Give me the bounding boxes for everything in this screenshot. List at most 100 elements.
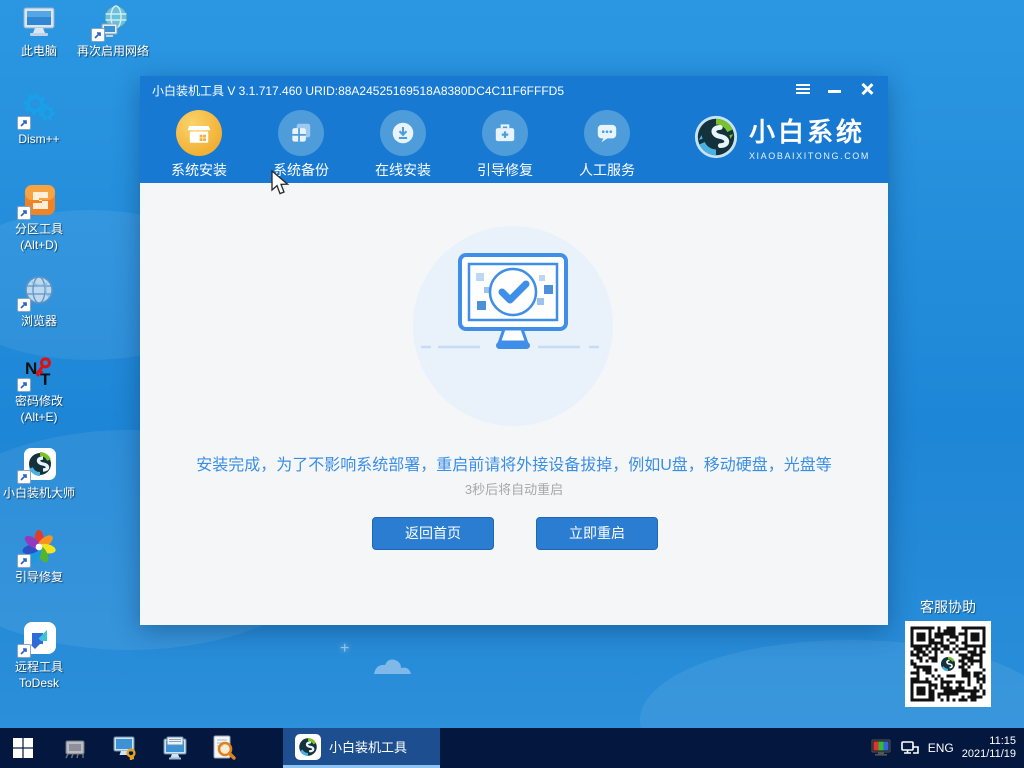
desktop-icon-this-pc[interactable]: 此电脑 bbox=[0, 4, 78, 58]
windows-logo-icon bbox=[13, 738, 33, 758]
desktop-icon-label: 再次启用网络 bbox=[76, 44, 149, 58]
taskbar-app-password-tool[interactable] bbox=[110, 733, 140, 763]
restart-countdown: 3秒后将自动重启 bbox=[464, 482, 564, 497]
desktop-icon-label2: (Alt+D) bbox=[20, 238, 58, 252]
monitor-keyboard-icon bbox=[163, 736, 187, 760]
shortcut-arrow-icon bbox=[17, 298, 31, 312]
desktop-icon-password-reset[interactable]: N T 密码修改 (Alt+E) bbox=[0, 354, 78, 424]
minimize-icon bbox=[828, 90, 841, 93]
nav-label: 在线安装 bbox=[375, 162, 431, 178]
nav-online-install[interactable]: 在线安装 bbox=[352, 100, 454, 180]
start-button[interactable] bbox=[8, 733, 38, 763]
nav-label: 人工服务 bbox=[579, 162, 635, 178]
todesk-icon bbox=[17, 620, 59, 658]
desktop-icon-label: 远程工具 bbox=[14, 660, 63, 674]
magnifier-document-icon bbox=[213, 735, 236, 760]
svg-text:N: N bbox=[25, 359, 37, 378]
xiaobai-tool-window: 小白装机工具 V 3.1.717.460 URID:88A24525169518… bbox=[140, 76, 888, 625]
success-monitor-illustration bbox=[413, 226, 613, 426]
shortcut-arrow-icon bbox=[17, 116, 31, 130]
shortcut-arrow-icon bbox=[91, 28, 105, 42]
taskbar-active-app[interactable]: 小白装机工具 bbox=[283, 728, 440, 768]
desktop-icon-todesk[interactable]: 远程工具 ToDesk bbox=[0, 620, 78, 690]
system-install-icon bbox=[176, 110, 222, 156]
desktop-icon-boot-repair[interactable]: 引导修复 bbox=[0, 530, 78, 584]
taskbar-app-label: 小白装机工具 bbox=[329, 740, 408, 755]
nav-boot-repair[interactable]: 引导修复 bbox=[454, 100, 556, 180]
network-icon bbox=[91, 4, 133, 42]
monitor-key-icon bbox=[113, 736, 136, 760]
system-backup-icon bbox=[278, 110, 324, 156]
qr-code bbox=[905, 621, 991, 707]
partition-tool-icon bbox=[17, 182, 59, 220]
chat-bubble-icon bbox=[584, 110, 630, 156]
shortcut-arrow-icon bbox=[17, 644, 31, 658]
desktop-icon-label: 密码修改 bbox=[14, 394, 63, 408]
close-icon bbox=[860, 82, 874, 96]
desktop-icon-label: 此电脑 bbox=[20, 44, 57, 58]
nav-system-backup[interactable]: 系统备份 bbox=[250, 100, 352, 180]
close-button[interactable] bbox=[856, 80, 878, 98]
system-tray: ENG 11:15 2021/11/19 bbox=[870, 728, 1016, 768]
pinwheel-icon bbox=[17, 530, 59, 568]
window-header: 小白装机工具 V 3.1.717.460 URID:88A24525169518… bbox=[140, 76, 888, 183]
online-install-icon bbox=[380, 110, 426, 156]
shortcut-arrow-icon bbox=[17, 378, 31, 392]
hamburger-icon bbox=[796, 84, 810, 94]
taskbar: 小白装机工具 ENG 11:15 2021/11/19 bbox=[0, 728, 1024, 768]
nav-system-install[interactable]: 系统安装 bbox=[148, 100, 250, 180]
desktop-icon-label2: ToDesk bbox=[18, 676, 59, 690]
taskbar-app-cpuz[interactable] bbox=[60, 733, 90, 763]
nav-label: 引导修复 bbox=[477, 162, 533, 178]
shortcut-arrow-icon bbox=[17, 554, 31, 568]
desktop-icon-browser[interactable]: 浏览器 bbox=[0, 274, 78, 328]
desktop-icon-dism[interactable]: Dism++ bbox=[0, 92, 78, 146]
xiaobai-logo-icon bbox=[17, 446, 59, 484]
window-title: 小白装机工具 V 3.1.717.460 URID:88A24525169518… bbox=[152, 84, 564, 98]
desktop-icon-label: 分区工具 bbox=[14, 222, 63, 236]
cloud-decoration bbox=[374, 659, 411, 674]
gears-icon bbox=[17, 92, 59, 130]
window-controls bbox=[792, 80, 878, 98]
desktop-icon-partition-tool[interactable]: 分区工具 (Alt+D) bbox=[0, 182, 78, 252]
support-title: 客服协助 bbox=[920, 599, 976, 615]
nav-human-service[interactable]: 人工服务 bbox=[556, 100, 658, 180]
desktop-icon-label: Dism++ bbox=[18, 132, 60, 146]
xiaobai-swirl-icon bbox=[694, 115, 738, 158]
clock[interactable]: 11:15 2021/11/19 bbox=[962, 735, 1016, 761]
nav-label: 系统备份 bbox=[273, 162, 329, 178]
shortcut-arrow-icon bbox=[17, 470, 31, 484]
return-home-button[interactable]: 返回首页 bbox=[372, 517, 494, 550]
time: 11:15 bbox=[989, 735, 1016, 747]
minimize-button[interactable] bbox=[824, 80, 846, 98]
boot-repair-icon bbox=[482, 110, 528, 156]
taskbar-app-search-tool[interactable] bbox=[208, 733, 238, 763]
desktop-icon-network[interactable]: 再次启用网络 bbox=[74, 4, 152, 58]
brand-site: XIAOBAIXITONG.COM bbox=[748, 151, 870, 161]
network-status-icon[interactable] bbox=[900, 739, 920, 757]
desktop-icon-label: 浏览器 bbox=[20, 314, 57, 328]
globe-icon bbox=[17, 274, 59, 312]
brand-text: 小白系统 XIAOBAIXITONG.COM bbox=[749, 112, 870, 161]
language-indicator[interactable]: ENG bbox=[928, 741, 954, 755]
this-pc-icon bbox=[19, 4, 59, 42]
brand-logo: 小白系统 XIAOBAIXITONG.COM bbox=[693, 112, 870, 161]
nav-label: 系统安装 bbox=[171, 162, 227, 178]
desktop: + + 此电脑 bbox=[0, 0, 1024, 768]
completion-message: 安装完成，为了不影响系统部署，重启前请将外接设备拔掉，例如U盘，移动硬盘，光盘等 bbox=[196, 457, 832, 474]
taskbar-app-osk[interactable] bbox=[160, 733, 190, 763]
desktop-icon-label2: (Alt+E) bbox=[20, 410, 58, 424]
desktop-icon-xiaobai-master[interactable]: 小白装机大师 bbox=[0, 446, 78, 500]
xiaobai-app-icon bbox=[295, 733, 321, 760]
shortcut-arrow-icon bbox=[17, 206, 31, 220]
window-content: 安装完成，为了不影响系统部署，重启前请将外接设备拔掉，例如U盘，移动硬盘，光盘等… bbox=[140, 183, 888, 625]
sparkle-decoration: + bbox=[340, 640, 350, 657]
brand-name: 小白系统 bbox=[748, 117, 865, 147]
desktop-icon-label: 引导修复 bbox=[14, 570, 63, 584]
date: 2021/11/19 bbox=[961, 748, 1016, 760]
display-color-icon[interactable] bbox=[870, 739, 892, 757]
chip-icon bbox=[65, 740, 85, 759]
restart-now-button[interactable]: 立即重启 bbox=[536, 517, 658, 550]
desktop-icon-label: 小白装机大师 bbox=[2, 486, 75, 500]
menu-button[interactable] bbox=[792, 80, 814, 98]
